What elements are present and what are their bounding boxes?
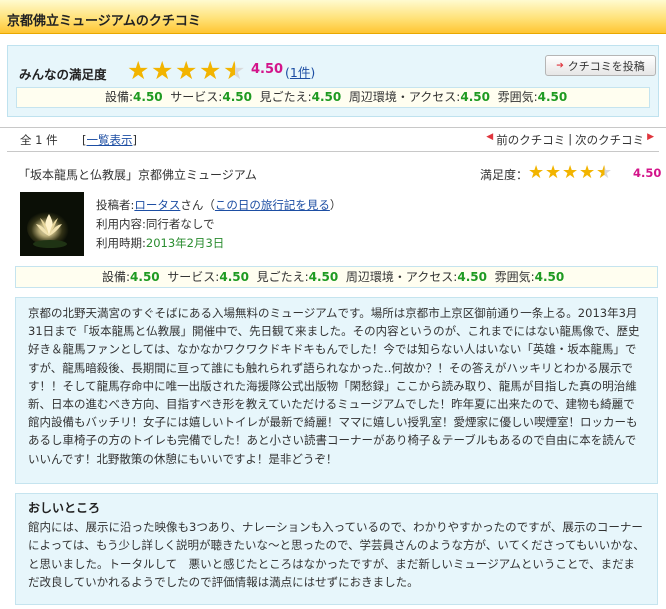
star-icon: ★: [175, 56, 198, 85]
rating-value: 4.50: [311, 90, 342, 104]
rating-name: サービス:: [170, 90, 223, 104]
star-icon: ★: [545, 162, 562, 183]
review-category-ratings: 設備:4.50 サービス:4.50 見ごたえ:4.50 周辺環境・アクセス:4.…: [15, 266, 658, 288]
half-star-icon: ★: [223, 56, 246, 85]
visit-date: 2013年2月3日: [145, 236, 225, 250]
overall-summary: みんなの満足度 ★ ★ ★ ★ ★ 4.50 (1件) ➔ クチコミを投稿 設備…: [7, 45, 659, 117]
paren-close: ): [310, 65, 316, 80]
rating-value: 4.50: [133, 90, 163, 104]
review-count: (1件): [285, 62, 315, 81]
rating-value: 4.50: [457, 270, 487, 284]
companion-line: 利用内容:同行者なしで: [96, 217, 215, 231]
rating-name: 雰囲気:: [497, 90, 538, 104]
poster-line: 投稿者:ロータスさん（この日の旅行記を見る）: [96, 196, 341, 215]
rating-value: 4.50: [219, 270, 249, 284]
overall-category-ratings: 設備:4.50 サービス:4.50 見ごたえ:4.50 周辺環境・アクセス:4.…: [16, 87, 650, 108]
overall-satisfaction-label: みんなの満足度: [19, 67, 107, 82]
triangle-right-icon: ▶: [647, 132, 654, 142]
star-icon: ★: [151, 56, 174, 85]
review-body: 京都の北野天満宮のすぐそばにある入場無料のミュージアムです。場所は京都市上京区御…: [15, 297, 658, 484]
date-label: 利用時期:: [96, 236, 146, 250]
rating-name: 雰囲気:: [494, 270, 535, 284]
post-review-label: クチコミを投稿: [567, 59, 645, 73]
review-pager: 全 1 件 [一覧表示] ◀ 前のクチコミ | 次のクチコミ ▶: [0, 127, 666, 150]
review-header: 「坂本龍馬と仏教展」京都佛立ミュージアム 満足度： ★ ★ ★ ★ ★ 4.50: [7, 151, 662, 258]
rating-name: 見ごたえ:: [256, 270, 309, 284]
list-view-wrapper: [一覧表示]: [82, 132, 137, 148]
rating-name: 見ごたえ:: [259, 90, 312, 104]
lotus-photo-image: [20, 192, 84, 256]
rating-name: サービス:: [167, 270, 220, 284]
reviewer-photo[interactable]: [20, 192, 84, 256]
review-star-rating: ★ ★ ★ ★ ★: [528, 164, 613, 182]
list-view-link[interactable]: 一覧表示: [87, 133, 133, 147]
poster-name-link[interactable]: ロータス: [134, 198, 180, 212]
review-count-link[interactable]: 1件: [290, 65, 310, 80]
rating-value: 4.50: [130, 270, 160, 284]
cons-section: おしいところ 館内には、展示に沿った映像も3つあり、ナレーションも入っているので…: [15, 493, 658, 605]
rating-value: 4.50: [534, 270, 565, 284]
prev-review-link[interactable]: 前のクチコミ: [496, 132, 565, 148]
nav-separator: |: [568, 132, 573, 146]
star-icon: ★: [579, 162, 596, 183]
satisfaction-label: 満足度：: [480, 168, 529, 182]
review-meta: 投稿者:ロータスさん（この日の旅行記を見る） 利用内容:同行者なしで 利用時期:…: [96, 196, 341, 253]
rating-value: 4.50: [222, 90, 252, 104]
prev-next-nav: ◀ 前のクチコミ | 次のクチコミ ▶: [486, 132, 654, 148]
poster-suffix: さん（: [180, 198, 215, 212]
arrow-right-icon: ➔: [556, 60, 564, 71]
rating-name: 周辺環境・アクセス:: [345, 270, 458, 284]
travel-close: ）: [329, 198, 342, 212]
rating-value: 4.50: [460, 90, 490, 104]
rating-value: 4.50: [308, 270, 339, 284]
rating-value: 4.50: [537, 90, 568, 104]
next-review-link[interactable]: 次のクチコミ: [575, 132, 644, 148]
overall-score: 4.50: [251, 62, 284, 77]
star-icon: ★: [127, 56, 150, 85]
review-title: 「坂本龍馬と仏教展」京都佛立ミュージアム: [18, 168, 257, 182]
bracket-close: ]: [132, 133, 138, 147]
post-review-button[interactable]: ➔ クチコミを投稿: [545, 55, 656, 76]
overall-star-rating: ★ ★ ★ ★ ★: [127, 58, 247, 83]
cons-title: おしいところ: [28, 501, 101, 515]
half-star-icon: ★: [596, 162, 613, 183]
review-score: 4.50: [633, 166, 662, 180]
review-text: 京都の北野天満宮のすぐそばにある入場無料のミュージアムです。場所は京都市上京区御…: [28, 306, 640, 466]
page-header: 京都佛立ミュージアムのクチコミ: [0, 0, 666, 34]
travel-log-link[interactable]: この日の旅行記を見る: [215, 198, 330, 212]
total-count: 全 1 件: [20, 133, 58, 147]
star-icon: ★: [199, 56, 222, 85]
star-icon: ★: [528, 162, 545, 183]
poster-label: 投稿者:: [96, 198, 135, 212]
star-icon: ★: [562, 162, 579, 183]
date-line: 利用時期:2013年2月3日: [96, 234, 341, 253]
rating-name: 周辺環境・アクセス:: [348, 90, 461, 104]
triangle-left-icon: ◀: [486, 132, 494, 142]
rating-name: 設備:: [105, 90, 134, 104]
page-title: 京都佛立ミュージアムのクチコミ: [7, 14, 201, 29]
cons-text: 館内には、展示に沿った映像も3つあり、ナレーションも入っているので、わかりやすか…: [28, 520, 645, 589]
rating-name: 設備:: [102, 270, 131, 284]
